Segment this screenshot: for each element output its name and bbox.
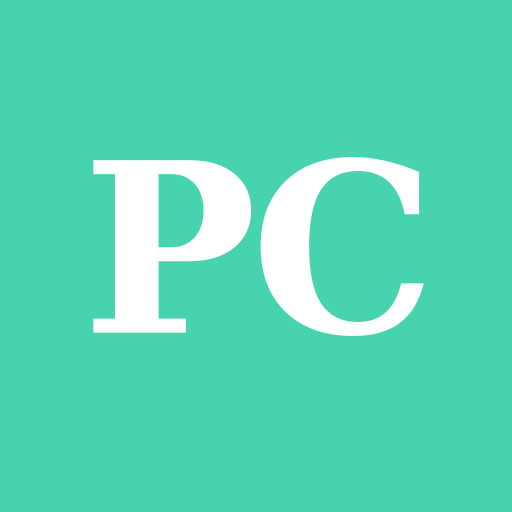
monogram-text: PC	[82, 110, 435, 389]
app-icon-tile: PC	[0, 0, 512, 512]
